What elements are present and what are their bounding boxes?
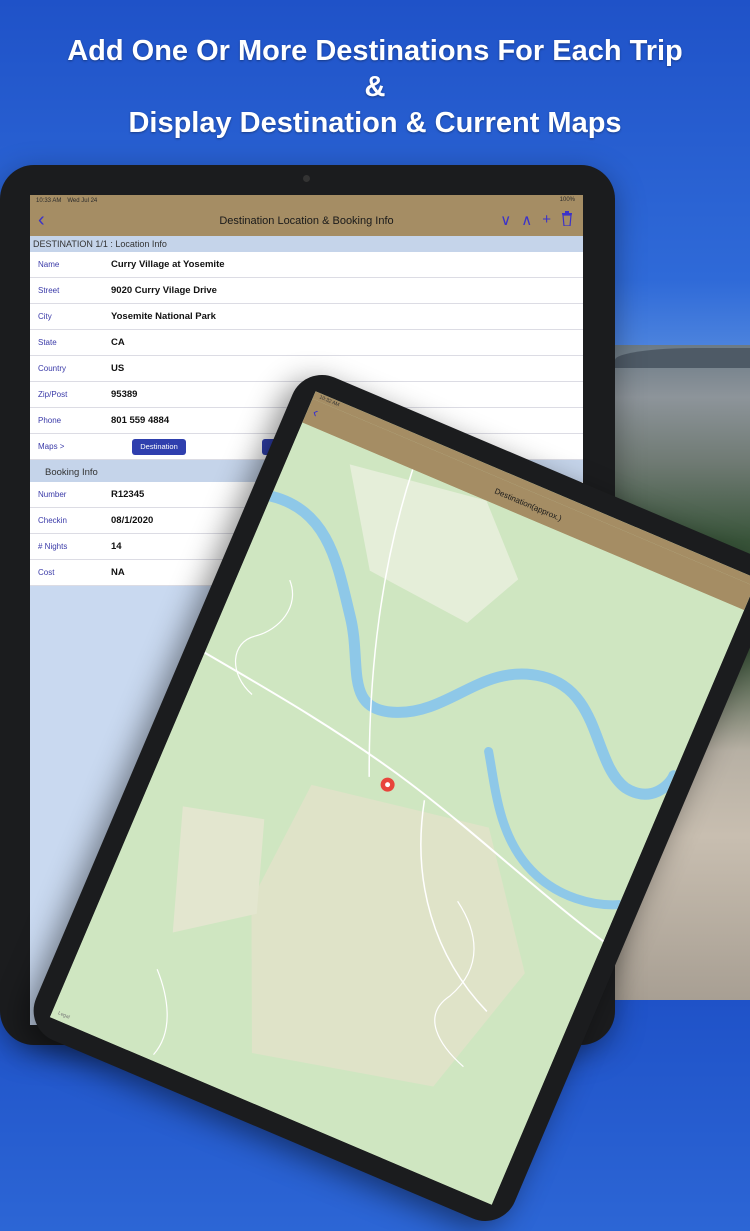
- row-value: 08/1/2020: [111, 515, 154, 526]
- location-section-header: DESTINATION 1/1 : Location Info: [30, 236, 583, 252]
- headline: Add One Or More Destinations For Each Tr…: [0, 33, 750, 141]
- row-value: R12345: [111, 489, 145, 500]
- row-value: 801 559 4884: [111, 415, 170, 426]
- row-value: 14: [111, 541, 122, 552]
- chevron-up-icon[interactable]: ∧: [521, 211, 532, 230]
- row-label: State: [38, 338, 57, 347]
- status-date: Wed Jul 24: [67, 197, 98, 204]
- nav-bar: ‹ Destination Location & Booking Info ∨ …: [30, 206, 583, 236]
- row-label: # Nights: [38, 542, 68, 551]
- row-label: Zip/Post: [38, 390, 68, 399]
- row-label: City: [38, 312, 52, 321]
- trash-icon[interactable]: [561, 211, 573, 230]
- row-label: Name: [38, 260, 60, 269]
- status-time: 10:33 AM: [36, 197, 62, 204]
- mountain-ridge: [615, 348, 750, 368]
- row-label: Checkin: [38, 516, 67, 525]
- row-label: Country: [38, 364, 67, 373]
- plus-icon[interactable]: +: [542, 211, 551, 230]
- status-battery: 100%: [559, 197, 575, 203]
- destination-map-button[interactable]: Destination: [132, 438, 186, 455]
- row-value: CA: [111, 337, 125, 348]
- row-label: Phone: [38, 416, 62, 425]
- row-value: Yosemite National Park: [111, 311, 216, 322]
- row-value: NA: [111, 567, 125, 578]
- row-value: 95389: [111, 389, 138, 400]
- row-street[interactable]: Street 9020 Curry Vilage Drive: [30, 278, 583, 304]
- headline-line-2: &: [364, 71, 386, 103]
- headline-line-1: Add One Or More Destinations For Each Tr…: [67, 35, 683, 67]
- row-label: Street: [38, 286, 60, 295]
- row-value: US: [111, 363, 125, 374]
- headline-line-3: Display Destination & Current Maps: [128, 107, 622, 139]
- row-label: Number: [38, 490, 67, 499]
- row-state[interactable]: State CA: [30, 330, 583, 356]
- nav-actions: ∨ ∧ +: [500, 211, 573, 230]
- row-city[interactable]: City Yosemite National Park: [30, 304, 583, 330]
- status-bar: 10:33 AM Wed Jul 24 100%: [30, 195, 583, 206]
- row-name[interactable]: Name Curry Village at Yosemite: [30, 252, 583, 278]
- row-label: Cost: [38, 568, 55, 577]
- maps-label: Maps >: [38, 442, 65, 451]
- row-value: 9020 Curry Vilage Drive: [111, 285, 217, 296]
- camera: [303, 175, 310, 182]
- chevron-down-icon[interactable]: ∨: [500, 211, 511, 230]
- row-value: Curry Village at Yosemite: [111, 259, 225, 270]
